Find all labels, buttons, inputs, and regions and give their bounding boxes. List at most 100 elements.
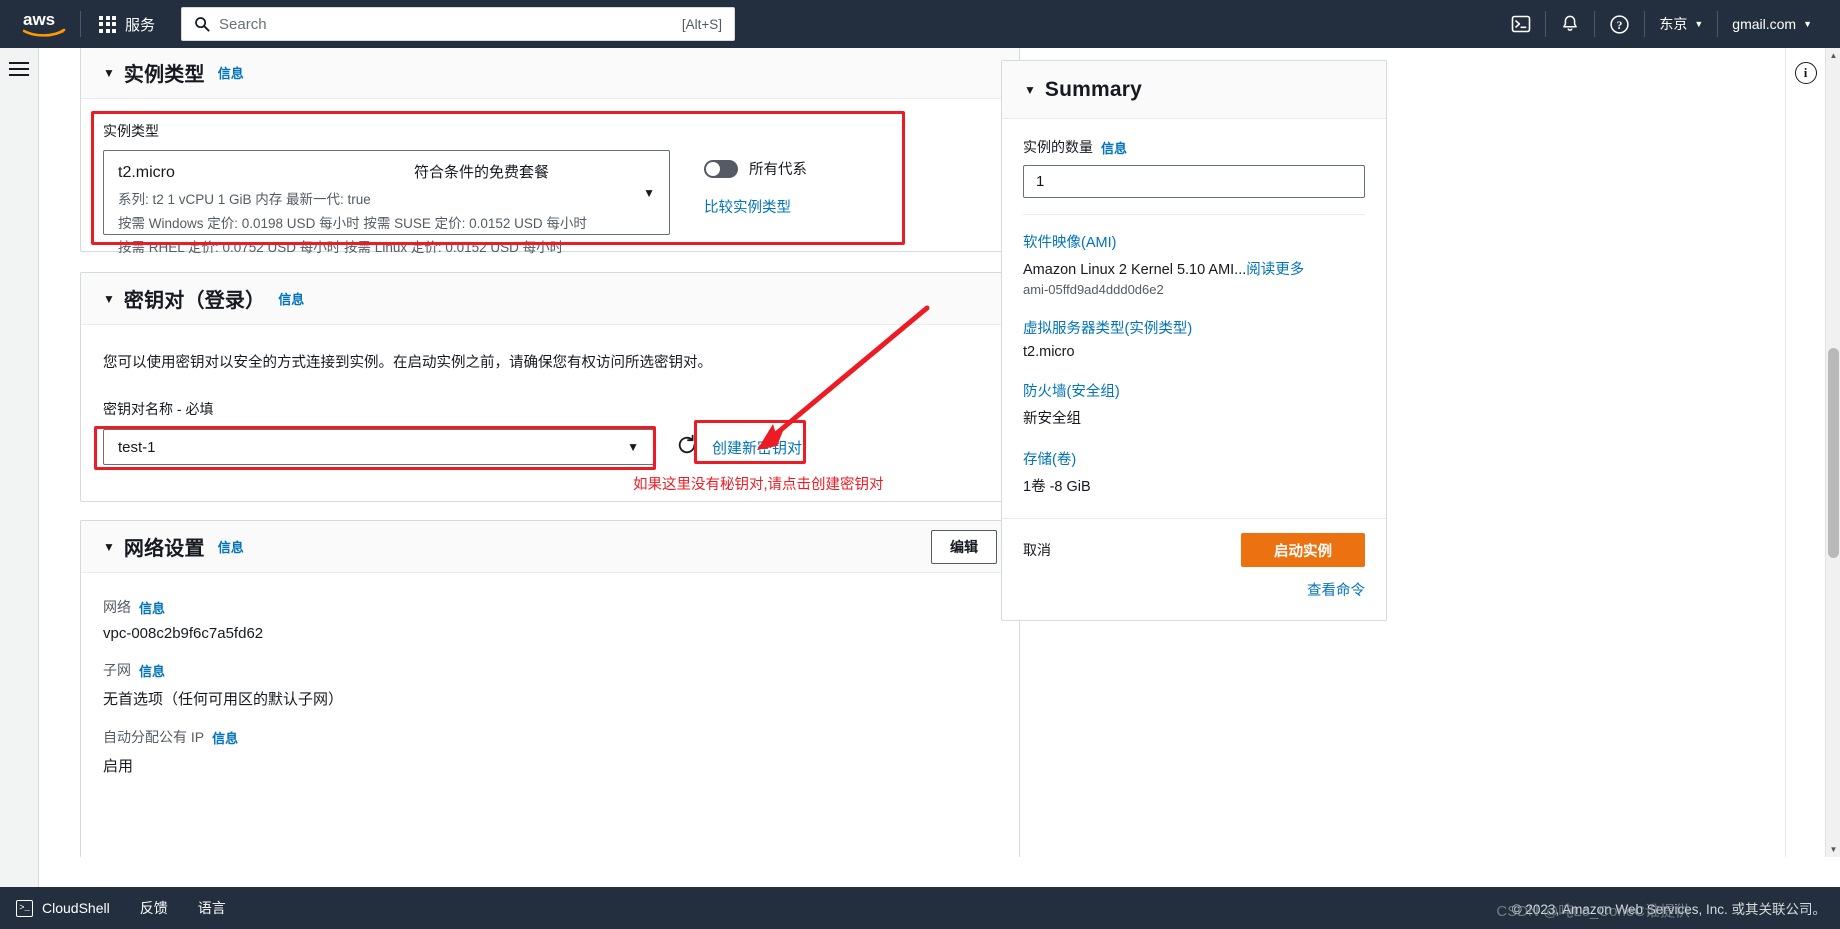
scroll-up-arrow-icon[interactable]: ▲: [1826, 48, 1840, 63]
info-panel-icon[interactable]: i: [1794, 62, 1817, 84]
ami-value: Amazon Linux 2 Kernel 5.10 AMI...: [1023, 262, 1247, 278]
cancel-button[interactable]: 取消: [1023, 540, 1051, 560]
key-pair-field-label: 密钥对名称 - 必填: [103, 401, 214, 417]
ami-read-more-link[interactable]: 阅读更多: [1246, 262, 1304, 278]
terminal-icon: [1512, 15, 1531, 33]
ami-value-row: Amazon Linux 2 Kernel 5.10 AMI...阅读更多: [1023, 258, 1365, 279]
right-info-rail: i: [1785, 48, 1825, 857]
cloudshell-label: CloudShell: [42, 900, 110, 916]
feedback-link[interactable]: 反馈: [140, 898, 168, 918]
instance-type-value: t2.micro: [1023, 344, 1075, 360]
search-shortcut-hint: [Alt+S]: [681, 16, 723, 32]
help-button[interactable]: ?: [1595, 0, 1644, 48]
highlight-box-create-key-pair: [694, 420, 806, 464]
highlight-box-key-pair-select: [94, 426, 656, 470]
global-search-bar[interactable]: [Alt+S]: [181, 7, 736, 41]
collapse-caret-icon[interactable]: ▼: [1024, 83, 1036, 97]
network-settings-info-link[interactable]: 信息: [218, 537, 244, 556]
key-pair-header[interactable]: ▼ 密钥对（登录） 信息: [81, 273, 1019, 325]
key-pair-title: 密钥对（登录）: [123, 290, 266, 312]
network-info-link[interactable]: 信息: [139, 598, 165, 617]
ami-link[interactable]: 软件映像(AMI): [1023, 231, 1365, 252]
cloudshell-button[interactable]: >_ CloudShell: [16, 899, 110, 917]
instance-count-info-link[interactable]: 信息: [1101, 138, 1127, 157]
network-row-value: vpc-008c2b9f6c7a5fd62: [103, 625, 264, 642]
search-input[interactable]: [219, 15, 682, 33]
summary-item-ami: 软件映像(AMI) Amazon Linux 2 Kernel 5.10 AMI…: [1023, 231, 1365, 297]
help-circle-icon: ?: [1610, 14, 1630, 34]
summary-panel: ▼ Summary 实例的数量 信息 1 软件映像(AMI) Amazon Li…: [1001, 60, 1387, 621]
services-menu-button[interactable]: 服务: [125, 14, 155, 35]
collapse-caret-icon[interactable]: ▼: [103, 66, 115, 80]
network-settings-panel: ▼ 网络设置 信息 编辑 网络 信息 vpc-008c2b9f6c7a5fd62…: [80, 520, 1020, 857]
region-label: 东京: [1659, 16, 1688, 32]
auto-assign-ip-label: 自动分配公有 IP: [103, 729, 205, 745]
scroll-down-arrow-icon[interactable]: ▼: [1826, 842, 1840, 857]
network-settings-header[interactable]: ▼ 网络设置 信息 编辑: [81, 521, 1019, 573]
network-settings-title: 网络设置: [123, 538, 205, 560]
storage-value: 1卷 -8 GiB: [1023, 479, 1091, 495]
services-grid-icon[interactable]: [99, 15, 116, 33]
main-content-area: ▼ 实例类型 信息 实例类型 t2.micro 符合条件的免费套餐 系列: t2…: [39, 48, 1840, 857]
auto-assign-ip-value: 启用: [103, 758, 134, 775]
bell-icon: [1563, 15, 1578, 31]
subnet-row: 子网 信息 无首选项（任何可用区的默认子网）: [103, 660, 997, 709]
instance-type-header[interactable]: ▼ 实例类型 信息: [81, 48, 1019, 99]
network-row-label: 网络: [103, 599, 131, 615]
key-pair-info-link[interactable]: 信息: [278, 289, 304, 308]
watermark-text: CSDN @吨Lo_ConeC谁提供: [1496, 903, 1690, 920]
instance-count-label: 实例的数量: [1023, 139, 1093, 155]
collapse-caret-icon[interactable]: ▼: [103, 540, 115, 554]
network-edit-button[interactable]: 编辑: [931, 529, 997, 564]
notifications-button[interactable]: [1546, 0, 1594, 48]
aws-logo-icon: aws: [23, 10, 66, 37]
summary-item-instance-type: 虚拟服务器类型(实例类型) t2.micro: [1023, 317, 1365, 360]
scrollbar-thumb[interactable]: [1828, 348, 1839, 558]
instance-type-info-link[interactable]: 信息: [218, 63, 244, 82]
launch-instance-button[interactable]: 启动实例: [1241, 533, 1365, 567]
network-row: 网络 信息 vpc-008c2b9f6c7a5fd62: [103, 597, 997, 642]
region-selector[interactable]: 东京 ▼: [1645, 0, 1717, 48]
storage-link[interactable]: 存储(卷): [1023, 448, 1365, 469]
sidebar-toggle-icon[interactable]: [9, 62, 29, 76]
summary-item-firewall: 防火墙(安全组) 新安全组: [1023, 380, 1365, 428]
aws-logo[interactable]: aws: [16, 0, 74, 48]
annotation-key-pair-note: 如果这里没有秘钥对,请点击创建密钥对: [633, 477, 884, 493]
firewall-value: 新安全组: [1023, 411, 1081, 427]
ami-id: ami-05ffd9ad4ddd0d6e2: [1023, 282, 1164, 297]
top-navigation-bar: aws 服务 [Alt+S]: [0, 0, 1840, 48]
language-link[interactable]: 语言: [198, 898, 226, 918]
key-pair-description: 您可以使用密钥对以安全的方式连接到实例。在启动实例之前，请确保您有权访问所选密钥…: [103, 355, 712, 371]
search-icon: [195, 17, 210, 32]
summary-divider: [1023, 214, 1365, 215]
chevron-down-icon: ▼: [1803, 19, 1812, 29]
svg-text:aws: aws: [23, 10, 55, 29]
nav-divider-1: [80, 11, 81, 37]
instance-type-link[interactable]: 虚拟服务器类型(实例类型): [1023, 317, 1365, 338]
instance-count-input[interactable]: 1: [1023, 165, 1365, 198]
account-menu[interactable]: gmail.com ▼: [1718, 0, 1826, 48]
instance-count-value: 1: [1036, 173, 1045, 190]
page-scrollbar[interactable]: ▲ ▼: [1825, 48, 1840, 857]
view-command-link[interactable]: 查看命令: [1307, 579, 1365, 600]
summary-footer: 取消 启动实例 查看命令: [1002, 518, 1386, 620]
nav-right-group: ? 东京 ▼ gmail.com ▼: [1497, 0, 1840, 48]
auto-assign-ip-info-link[interactable]: 信息: [212, 728, 238, 747]
subnet-row-value: 无首选项（任何可用区的默认子网）: [103, 691, 344, 708]
subnet-info-link[interactable]: 信息: [139, 661, 165, 680]
account-label: gmail.com: [1732, 16, 1797, 32]
left-rail: [0, 48, 39, 905]
firewall-link[interactable]: 防火墙(安全组): [1023, 380, 1365, 401]
summary-body: 实例的数量 信息 1 软件映像(AMI) Amazon Linux 2 Kern…: [1002, 119, 1386, 518]
summary-title: Summary: [1044, 77, 1143, 101]
svg-text:?: ?: [1617, 20, 1623, 32]
chevron-down-icon: ▼: [1694, 19, 1704, 29]
instance-type-title: 实例类型: [123, 64, 205, 86]
collapse-caret-icon[interactable]: ▼: [103, 292, 115, 306]
highlight-box-instance-type: [91, 111, 905, 245]
terminal-icon: >_: [16, 899, 33, 917]
auto-assign-ip-row: 自动分配公有 IP 信息 启用: [103, 727, 997, 776]
summary-header[interactable]: ▼ Summary: [1002, 61, 1386, 119]
cloudshell-launch-icon[interactable]: [1497, 0, 1545, 48]
network-settings-body: 网络 信息 vpc-008c2b9f6c7a5fd62 子网 信息 无首选项（任…: [81, 573, 1019, 776]
